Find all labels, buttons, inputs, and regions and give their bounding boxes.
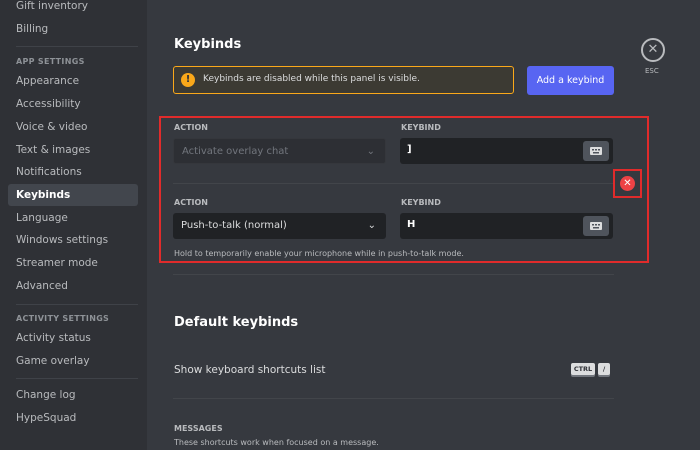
sidebar-item-voice-video[interactable]: Voice & video	[8, 116, 138, 138]
keybind-field[interactable]: H	[400, 213, 613, 239]
record-keybind-button[interactable]	[583, 141, 609, 161]
section-title-default-keybinds: Default keybinds	[174, 315, 299, 330]
sidebar-item-hypesquad[interactable]: HypeSquad	[8, 407, 138, 429]
settings-sidebar: Gift inventory Billing APP SETTINGS Appe…	[0, 0, 147, 450]
action-select-value: Push-to-talk (normal)	[181, 220, 287, 231]
keybind-value: H	[407, 219, 416, 230]
sidebar-item-game-overlay[interactable]: Game overlay	[8, 350, 138, 372]
shortcut-description: Show keyboard shortcuts list	[174, 364, 326, 376]
warning-icon: !	[181, 73, 195, 87]
keyboard-icon	[590, 147, 602, 155]
page-title: Keybinds	[174, 37, 242, 52]
close-button[interactable]: ✕	[641, 38, 665, 62]
keybind-hint: Hold to temporarily enable your micropho…	[174, 249, 464, 258]
sidebar-divider	[16, 46, 138, 47]
sidebar-divider	[16, 378, 138, 379]
divider	[173, 274, 614, 275]
add-keybind-button[interactable]: Add a keybind	[527, 66, 614, 95]
sidebar-item-streamer-mode[interactable]: Streamer mode	[8, 252, 138, 274]
sidebar-item-accessibility[interactable]: Accessibility	[8, 93, 138, 115]
sidebar-item-text-images[interactable]: Text & images	[8, 139, 138, 161]
esc-label: ESC	[645, 67, 659, 75]
keyboard-icon	[590, 222, 602, 230]
keybind-field[interactable]: ]	[400, 138, 613, 164]
chevron-down-icon: ⌄	[367, 220, 376, 231]
sidebar-item-gift-inventory[interactable]: Gift inventory	[8, 0, 138, 17]
sidebar-item-advanced[interactable]: Advanced	[8, 275, 138, 297]
sidebar-item-billing[interactable]: Billing	[8, 18, 138, 40]
keybind-label: KEYBIND	[401, 198, 441, 207]
sidebar-item-keybinds[interactable]: Keybinds	[8, 184, 138, 206]
action-label: ACTION	[174, 123, 208, 132]
sidebar-item-language[interactable]: Language	[8, 207, 138, 229]
action-select[interactable]: Push-to-talk (normal) ⌄	[173, 213, 386, 239]
record-keybind-button[interactable]	[583, 216, 609, 236]
sidebar-item-activity-status[interactable]: Activity status	[8, 327, 138, 349]
divider	[173, 398, 614, 399]
remove-icon: ✕	[623, 178, 632, 189]
close-icon: ✕	[647, 42, 659, 57]
sidebar-divider	[16, 304, 138, 305]
action-select-value: Activate overlay chat	[182, 146, 289, 157]
divider	[173, 183, 613, 184]
sidebar-header-app-settings: APP SETTINGS	[16, 57, 85, 66]
action-label: ACTION	[174, 198, 208, 207]
sidebar-item-notifications[interactable]: Notifications	[8, 161, 138, 183]
notice-text: Keybinds are disabled while this panel i…	[203, 74, 420, 84]
remove-keybind-highlight: ✕	[613, 169, 642, 198]
sidebar-item-windows-settings[interactable]: Windows settings	[8, 229, 138, 251]
sidebar-item-appearance[interactable]: Appearance	[8, 70, 138, 92]
section-header-messages: MESSAGES	[174, 424, 223, 433]
chevron-down-icon: ⌄	[366, 146, 375, 157]
sidebar-item-change-log[interactable]: Change log	[8, 384, 138, 406]
keybind-value: ]	[407, 144, 412, 155]
keycap-slash: /	[598, 363, 610, 375]
remove-keybind-button[interactable]: ✕	[620, 176, 635, 191]
action-select[interactable]: Activate overlay chat ⌄	[173, 138, 386, 164]
settings-content: Keybinds ✕ ESC ! Keybinds are disabled w…	[147, 0, 700, 450]
sidebar-header-activity-settings: ACTIVITY SETTINGS	[16, 314, 110, 323]
keybinds-disabled-notice: ! Keybinds are disabled while this panel…	[173, 66, 514, 94]
keycap-ctrl: CTRL	[571, 363, 595, 375]
messages-description: These shortcuts work when focused on a m…	[174, 438, 379, 447]
keybind-label: KEYBIND	[401, 123, 441, 132]
